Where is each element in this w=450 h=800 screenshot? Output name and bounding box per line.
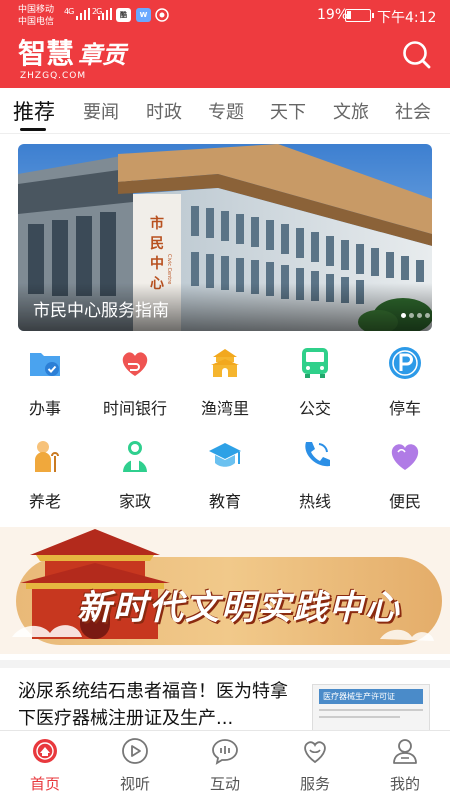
logo-domain: ZHZGQ.COM <box>20 71 87 81</box>
header: 中国移动 中国电信 4G 2G 酷 W 19% 下午4:12 智慧 章贡 ZHZ… <box>0 0 450 88</box>
service-label: 时间银行 <box>102 399 167 418</box>
service-elderly-care[interactable]: 养老 <box>0 438 90 518</box>
active-tab-indicator <box>20 128 46 131</box>
banner-caption: 市民中心服务指南 <box>33 301 169 321</box>
carousel-indicator <box>398 303 430 322</box>
nav-label: 视听 <box>119 775 150 793</box>
service-bus[interactable]: 公交 <box>270 345 360 425</box>
heart-outline-icon <box>304 741 326 764</box>
chat-icon <box>212 739 238 765</box>
phone-icon <box>305 442 330 467</box>
carrier-info: 中国移动 中国电信 <box>18 4 54 28</box>
graduation-cap-icon <box>209 443 241 467</box>
section-divider <box>0 660 450 668</box>
service-banshi[interactable]: 办事 <box>0 345 90 425</box>
app-logo[interactable]: 智慧 章贡 ZHZGQ.COM <box>18 37 127 82</box>
status-time: 下午4:12 <box>377 10 437 26</box>
service-label: 停车 <box>388 399 421 418</box>
carousel-dot <box>401 313 406 318</box>
service-label: 便民 <box>388 492 421 511</box>
heart-icon <box>391 444 419 470</box>
logo-main-text: 智慧 <box>18 37 75 70</box>
notification-3-icon <box>155 8 169 22</box>
service-label: 家政 <box>118 492 151 511</box>
service-yuwanli[interactable]: 渔湾里 <box>180 345 270 425</box>
signal-1-icon <box>76 8 90 20</box>
search-button[interactable] <box>400 38 434 72</box>
service-convenience[interactable]: 便民 <box>360 438 450 518</box>
signal-2-icon <box>98 8 112 20</box>
service-label: 养老 <box>28 492 61 511</box>
thumbnail-heading: 医疗器械生产许可证 <box>319 689 423 704</box>
service-label: 公交 <box>298 399 331 418</box>
svg-text:Civic Centre: Civic Centre <box>166 254 172 284</box>
elderly-icon <box>35 441 59 472</box>
nav-services[interactable]: 服务 <box>270 731 360 800</box>
battery-fill <box>347 11 351 19</box>
bus-icon <box>302 348 328 378</box>
nav-label: 服务 <box>299 775 330 793</box>
bottom-navigation: 首页 视听 互动 服务 我的 <box>0 730 450 800</box>
nav-profile[interactable]: 我的 <box>360 731 450 800</box>
nav-label: 互动 <box>209 775 240 793</box>
tab-society[interactable]: 社会 <box>395 98 431 124</box>
folder-check-icon <box>30 353 60 376</box>
status-bar: 中国移动 中国电信 4G 2G 酷 W 19% 下午4:12 <box>0 0 450 32</box>
housekeeper-icon <box>123 441 147 472</box>
tab-world[interactable]: 天下 <box>270 98 306 124</box>
network-1-indicator: 4G <box>64 7 74 16</box>
service-label: 办事 <box>28 399 61 418</box>
battery-percent: 19% <box>317 7 349 23</box>
play-icon <box>122 738 148 764</box>
parking-icon <box>389 347 421 379</box>
home-emblem-icon <box>33 739 57 763</box>
carrier-1: 中国移动 <box>18 5 55 15</box>
thumbnail-text-line <box>319 709 423 711</box>
logo-script-text: 章贡 <box>78 40 127 69</box>
app-notification-1-icon: 酷 <box>116 8 131 22</box>
carousel-dot <box>417 313 422 318</box>
tab-topics[interactable]: 专题 <box>208 98 244 124</box>
heart-hand-icon <box>122 352 148 376</box>
thumbnail-text-line <box>319 716 401 718</box>
service-time-bank[interactable]: 时间银行 <box>90 345 180 425</box>
app-notification-2-icon: W <box>136 8 151 22</box>
tab-recommended[interactable]: 推荐 <box>13 96 55 126</box>
user-icon <box>393 739 417 764</box>
app-screen: 中国移动 中国电信 4G 2G 酷 W 19% 下午4:12 智慧 章贡 ZHZ… <box>0 0 450 800</box>
nav-label: 首页 <box>29 775 60 793</box>
nav-home[interactable]: 首页 <box>0 731 90 800</box>
service-housekeeping[interactable]: 家政 <box>90 438 180 518</box>
carousel-dot <box>409 313 414 318</box>
promo-title: 新时代文明实践中心 <box>77 588 401 628</box>
hero-banner[interactable]: 市 民 中 心 Civic Centre <box>18 144 432 331</box>
nav-video[interactable]: 视听 <box>90 731 180 800</box>
gate-tower-icon <box>211 349 239 377</box>
battery-icon <box>345 9 374 22</box>
svg-text:民: 民 <box>150 236 164 252</box>
search-icon <box>403 41 431 69</box>
news-thumbnail[interactable]: 医疗器械生产许可证 <box>312 684 430 734</box>
service-parking[interactable]: 停车 <box>360 345 450 425</box>
nav-label: 我的 <box>389 775 420 793</box>
news-title[interactable]: 泌尿系统结石患者福音！医为特拿下医疗器械注册证及生产... <box>18 678 300 732</box>
svg-text:中: 中 <box>150 255 164 272</box>
tab-culture-travel[interactable]: 文旅 <box>333 98 369 124</box>
service-label: 热线 <box>298 492 331 511</box>
svg-text:市: 市 <box>150 215 164 232</box>
carrier-2: 中国电信 <box>18 17 55 27</box>
service-education[interactable]: 教育 <box>180 438 270 518</box>
service-label: 教育 <box>208 492 241 511</box>
category-tabs: 推荐 要闻 时政 专题 天下 文旅 社会 <box>0 88 450 134</box>
nav-interact[interactable]: 互动 <box>180 731 270 800</box>
tab-headlines[interactable]: 要闻 <box>83 98 119 124</box>
carousel-dot <box>425 313 430 318</box>
tab-politics[interactable]: 时政 <box>146 98 182 124</box>
service-hotline[interactable]: 热线 <box>270 438 360 518</box>
service-label: 渔湾里 <box>200 399 249 418</box>
